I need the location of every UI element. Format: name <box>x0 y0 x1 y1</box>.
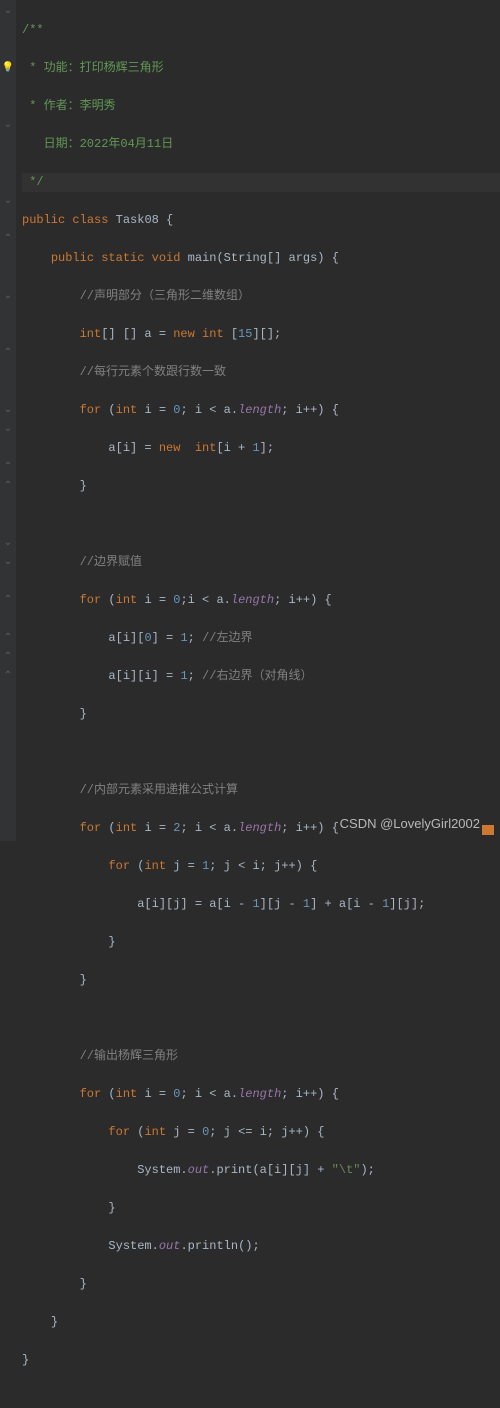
code-line: } <box>22 971 500 990</box>
code-line: } <box>22 705 500 724</box>
code-line: for (int j = 1; j < i; j++) { <box>22 857 500 876</box>
code-line: public static void main(String[] args) { <box>22 249 500 268</box>
code-line: a[i][0] = 1; //左边界 <box>22 629 500 648</box>
code-line: /** <box>22 21 500 40</box>
code-line <box>22 515 500 534</box>
code-line: } <box>22 1199 500 1218</box>
code-line <box>22 743 500 762</box>
gutter: ⌄ 💡 ⌄ ⌄ ⌃ ⌄ ⌃ ⌄ ⌄ ⌃ ⌃ ⌄ ⌄ ⌃ ⌃ ⌃ ⌃ <box>0 0 16 841</box>
fold-close-icon[interactable]: ⌃ <box>0 667 16 686</box>
code-line: } <box>22 1275 500 1294</box>
code-line: //每行元素个数跟行数一致 <box>22 363 500 382</box>
fold-icon[interactable]: ⌄ <box>0 420 16 439</box>
code-area[interactable]: /** * 功能：打印杨辉三角形 * 作者：李明秀 日期：2022年04月11日… <box>16 0 500 841</box>
watermark-badge-icon <box>482 825 494 835</box>
fold-close-icon[interactable]: ⌃ <box>0 629 16 648</box>
code-line: for (int i = 0; i < a.length; i++) { <box>22 401 500 420</box>
fold-close-icon[interactable]: ⌃ <box>0 477 16 496</box>
fold-icon[interactable]: ⌄ <box>0 534 16 553</box>
code-editor: ⌄ 💡 ⌄ ⌄ ⌃ ⌄ ⌃ ⌄ ⌄ ⌃ ⌃ ⌄ ⌄ ⌃ ⌃ ⌃ ⌃ <box>0 0 500 841</box>
code-line: 日期：2022年04月11日 <box>22 135 500 154</box>
code-line: for (int i = 0; i < a.length; i++) { <box>22 1085 500 1104</box>
code-line: for (int j = 0; j <= i; j++) { <box>22 1123 500 1142</box>
code-line <box>22 1009 500 1028</box>
code-line: //内部元素采用递推公式计算 <box>22 781 500 800</box>
code-line: a[i][i] = 1; //右边界（对角线） <box>22 667 500 686</box>
fold-close-icon[interactable]: ⌃ <box>0 344 16 363</box>
code-line: int[] [] a = new int [15][]; <box>22 325 500 344</box>
fold-icon[interactable]: ⌄ <box>0 116 16 135</box>
code-line: //边界赋值 <box>22 553 500 572</box>
fold-icon[interactable]: ⌄ <box>0 287 16 306</box>
code-line: * 功能：打印杨辉三角形 <box>22 59 500 78</box>
code-line: for (int i = 0;i < a.length; i++) { <box>22 591 500 610</box>
code-line: } <box>22 1313 500 1332</box>
code-line: //输出杨辉三角形 <box>22 1047 500 1066</box>
bulb-icon[interactable]: 💡 <box>0 59 16 78</box>
code-line: } <box>22 1351 500 1370</box>
code-line: public class Task08 { <box>22 211 500 230</box>
code-line: a[i][j] = a[i - 1][j - 1] + a[i - 1][j]; <box>22 895 500 914</box>
fold-icon[interactable]: ⌄ <box>0 2 16 21</box>
code-line: System.out.print(a[i][j] + "\t"); <box>22 1161 500 1180</box>
fold-close-icon[interactable]: ⌃ <box>0 458 16 477</box>
code-line: System.out.println(); <box>22 1237 500 1256</box>
code-line: } <box>22 477 500 496</box>
fold-icon[interactable]: ⌄ <box>0 192 16 211</box>
fold-close-icon[interactable]: ⌃ <box>0 230 16 249</box>
code-line: a[i] = new int[i + 1]; <box>22 439 500 458</box>
code-line: */ <box>22 173 500 192</box>
fold-close-icon[interactable]: ⌃ <box>0 591 16 610</box>
code-line: //声明部分（三角形二维数组） <box>22 287 500 306</box>
fold-close-icon[interactable]: ⌃ <box>0 648 16 667</box>
code-line: * 作者：李明秀 <box>22 97 500 116</box>
code-line: } <box>22 933 500 952</box>
watermark: CSDN @LovelyGirl2002 <box>340 814 480 833</box>
fold-icon[interactable]: ⌄ <box>0 553 16 572</box>
fold-icon[interactable]: ⌄ <box>0 401 16 420</box>
